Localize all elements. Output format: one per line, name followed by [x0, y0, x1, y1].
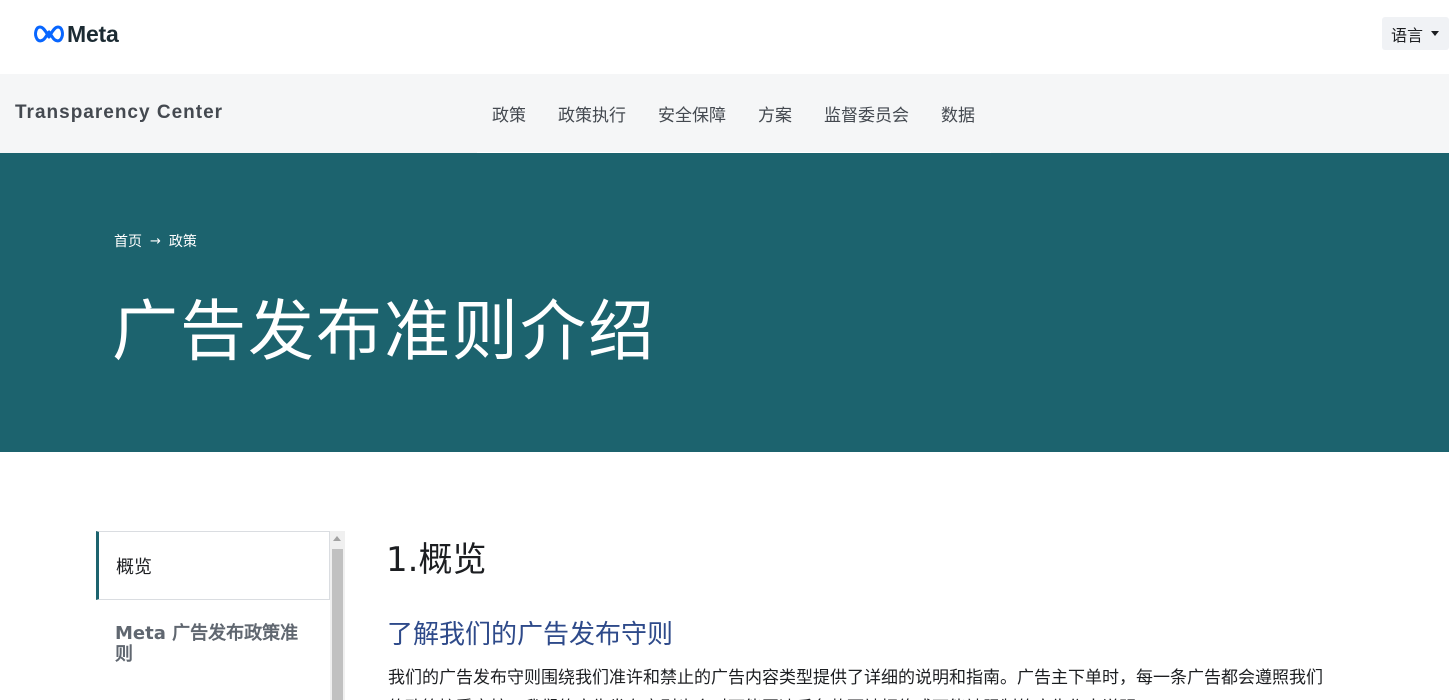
logo-text: Meta: [67, 20, 119, 47]
sidebar-item-label: 概览: [116, 557, 152, 578]
section-title: 1.概览: [386, 540, 487, 580]
hero-banner: 首页 → 政策 广告发布准则介绍: [0, 153, 1449, 452]
language-label: 语言: [1391, 25, 1424, 45]
nav-links: 政策 政策执行 安全保障 方案 监督委员会 数据: [492, 101, 1007, 126]
transparency-center-brand[interactable]: Transparency Center: [15, 102, 223, 124]
scrollbar-thumb[interactable]: [332, 549, 343, 700]
section-subtitle: 了解我们的广告发布守则: [387, 620, 674, 650]
intro-paragraph: 我们的广告发布守则围绕我们准许和禁止的广告内容类型提供了详细的说明和指南。广告主…: [388, 668, 1323, 700]
sidebar-item-meta-ad-policies[interactable]: Meta 广告发布政策准则: [96, 619, 330, 679]
top-bar: Meta 语言: [0, 0, 1449, 74]
breadcrumb-current[interactable]: 政策: [169, 231, 197, 251]
nav-link-policies[interactable]: 政策: [492, 101, 526, 126]
arrow-right-icon: →: [150, 233, 161, 249]
language-dropdown[interactable]: 语言: [1382, 17, 1449, 50]
meta-logo[interactable]: Meta: [33, 20, 119, 48]
scroll-up-arrow-icon[interactable]: [333, 536, 341, 541]
breadcrumb: 首页 → 政策: [114, 231, 197, 251]
nav-bar: Transparency Center 政策 政策执行 安全保障 方案 监督委员…: [0, 74, 1449, 153]
sidebar-nav: 概览 Meta 广告发布政策准则: [96, 531, 330, 700]
meta-infinity-icon: [34, 25, 64, 43]
sidebar-item-label: Meta 广告发布政策准则: [115, 623, 299, 665]
sidebar-scrollbar[interactable]: [330, 531, 345, 700]
nav-link-enforcement[interactable]: 政策执行: [558, 101, 626, 126]
breadcrumb-home[interactable]: 首页: [114, 231, 142, 251]
nav-link-oversight-board[interactable]: 监督委员会: [824, 101, 909, 126]
nav-link-features[interactable]: 方案: [758, 101, 792, 126]
nav-link-security[interactable]: 安全保障: [658, 101, 726, 126]
sidebar-item-overview[interactable]: 概览: [96, 531, 330, 600]
nav-link-data[interactable]: 数据: [941, 101, 975, 126]
caret-down-icon: [1431, 31, 1440, 36]
page-title: 广告发布准则介绍: [112, 293, 656, 370]
